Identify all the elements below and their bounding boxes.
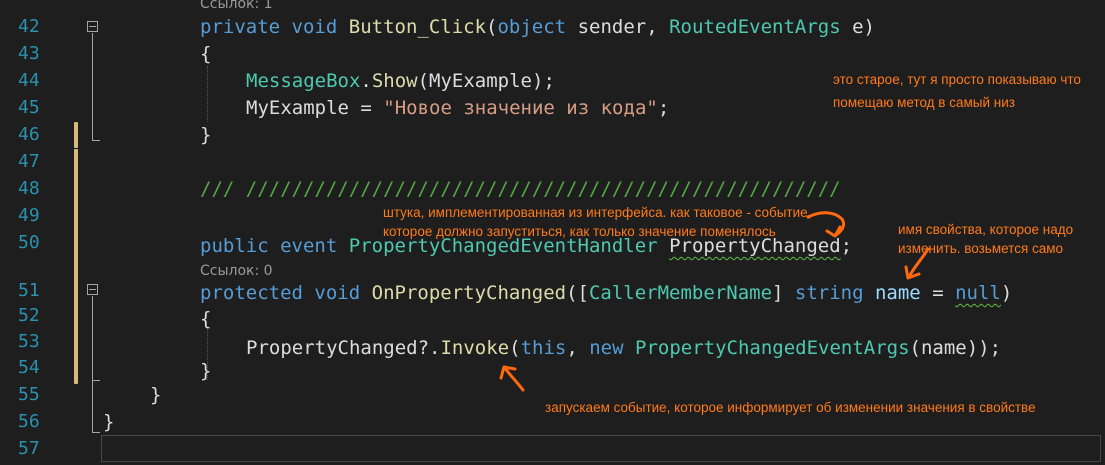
annotation-text: это старое, тут я просто показываю что [833,72,1081,87]
line-number: 46 [18,124,40,145]
punctuation: ([ [566,282,589,304]
method-name: Invoke [440,337,510,359]
parameter-text: sender, [566,16,670,38]
fold-guide-end [92,380,100,381]
code-line-51[interactable]: protected void OnPropertyChanged([Caller… [200,280,1012,306]
punctuation: (MyExample); [417,70,555,92]
punctuation: . [360,70,372,92]
fold-guide [92,296,93,432]
line-number: 53 [18,331,40,352]
punctuation: ; [657,97,670,119]
punctuation: ( [509,337,521,359]
punctuation: = [920,282,956,304]
method-name: Button_Click [348,16,487,38]
keyword: event [280,235,338,257]
current-line-highlight[interactable] [101,435,1101,462]
change-indicator [74,149,78,384]
code-line-54[interactable]: } [200,358,211,384]
annotation-text: имя свойства, которое надо [898,222,1074,237]
keyword: this [520,337,567,359]
code-line-44[interactable]: MessageBox.Show(MyExample); [246,68,555,94]
punctuation: ( [486,16,498,38]
code-line-43[interactable]: { [200,41,211,67]
type-name: RoutedEventArgs [669,16,841,38]
code-line-53[interactable]: PropertyChanged?.Invoke(this, new Proper… [246,335,1001,361]
annotation-text: помещаю метод в самый низ [833,95,1015,110]
collapse-region-icon[interactable] [87,21,98,32]
type-name: CallerMemberName [588,282,773,304]
keyword: public [200,235,269,257]
reference-count-link[interactable]: Ссылок: 0 [200,262,273,280]
annotation-note-old-code: это старое, тут я просто показываю что п… [833,70,1081,112]
line-number: 44 [18,70,40,91]
fold-guide-end [92,140,100,141]
punctuation: , [566,337,590,359]
line-number: 55 [18,384,40,405]
parameter-name: name [863,282,921,304]
parameter-text: e) [840,16,875,38]
identifier: PropertyChanged?. [246,337,441,359]
keyword: void [314,282,361,304]
code-line-56[interactable]: } [103,409,114,435]
line-number: 47 [18,151,40,172]
method-name: Show [371,70,418,92]
keyword: object [497,16,567,38]
code-line-42[interactable]: private void Button_Click(object sender,… [200,14,875,40]
punctuation: ) [1000,282,1013,304]
line-number: 57 [18,438,40,459]
punctuation: ] [772,282,795,304]
keyword: string [794,282,864,304]
annotation-arrow-icon [904,247,930,280]
type-name: MessageBox [246,70,361,92]
fold-guide-end [92,432,100,433]
code-line-46[interactable]: } [200,122,211,148]
method-name: OnPropertyChanged [371,282,567,304]
indent-guide [207,66,208,122]
line-number: 56 [18,411,40,432]
collapse-region-icon[interactable] [87,284,98,295]
keyword: null [955,282,1001,304]
annotation-arrow-icon [499,365,525,392]
line-number: 43 [18,43,40,64]
code-line-55[interactable]: } [150,382,161,408]
line-number: 51 [18,280,40,301]
annotation-note-invoke: запускаем событие, которое информирует о… [545,400,1036,415]
annotation-note-event: штука, имплементированная из интерфейса.… [383,203,811,241]
punctuation: (name)); [909,337,1002,359]
line-number: 45 [18,97,40,118]
keyword: new [589,337,624,359]
fold-guide [92,33,93,140]
code-line-52[interactable]: { [200,306,211,332]
line-number: 54 [18,357,40,378]
code-line-48[interactable]: /// ////////////////////////////////////… [200,176,841,202]
type-name: PropertyChangedEventArgs [635,337,910,359]
string-literal: "Новое значение из кода" [383,97,658,119]
line-number: 48 [18,178,40,199]
line-number: 49 [18,205,40,226]
reference-count-link[interactable]: Ссылок: 1 [200,0,273,13]
annotation-text: штука, имплементированная из интерфейса.… [383,205,812,220]
line-number: 42 [18,16,40,37]
annotation-text: которое должно запуститься, как только з… [383,224,776,239]
keyword: private [200,16,281,38]
identifier: MyExample = [246,97,384,119]
keyword: protected [200,282,303,304]
change-indicator [74,122,78,148]
annotation-arrow-icon [806,211,846,238]
line-number: 52 [18,305,40,326]
keyword: void [291,16,338,38]
code-line-45[interactable]: MyExample = "Новое значение из кода"; [246,95,669,121]
line-number: 50 [18,232,40,253]
